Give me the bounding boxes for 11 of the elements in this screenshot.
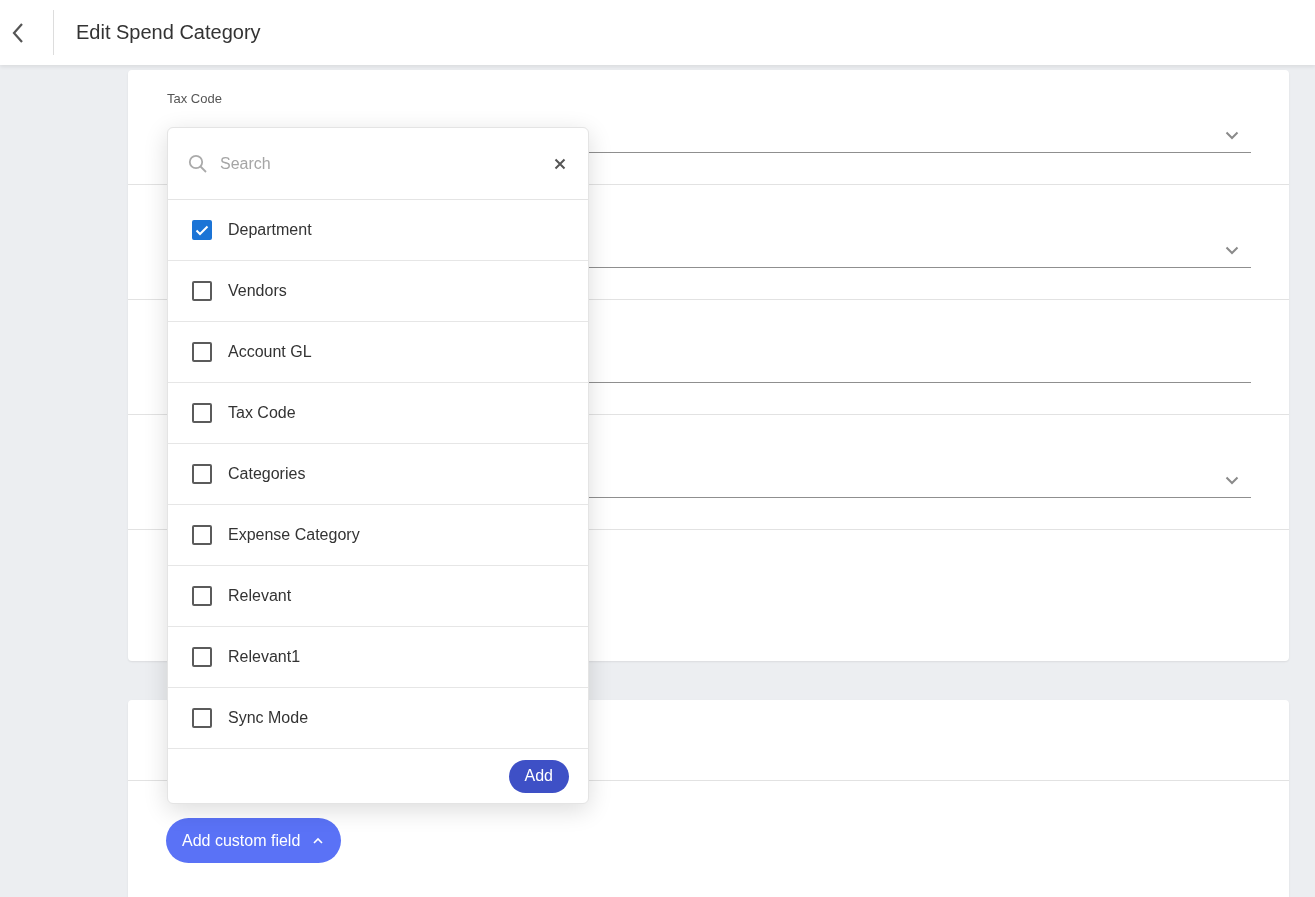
option-label: Categories bbox=[228, 465, 306, 483]
option-label: Relevant bbox=[228, 587, 292, 605]
option-label: Vendors bbox=[228, 282, 287, 300]
option-label: Expense Category bbox=[228, 526, 360, 544]
option-label: Relevant1 bbox=[228, 648, 301, 666]
option-label: Department bbox=[228, 221, 312, 239]
option-label: Sync Mode bbox=[228, 709, 309, 727]
option-label: Tax Code bbox=[228, 404, 296, 422]
page-title: Edit Spend Category bbox=[76, 21, 261, 44]
field-label: Tax Code bbox=[167, 91, 223, 106]
option-label: Account GL bbox=[228, 343, 312, 361]
